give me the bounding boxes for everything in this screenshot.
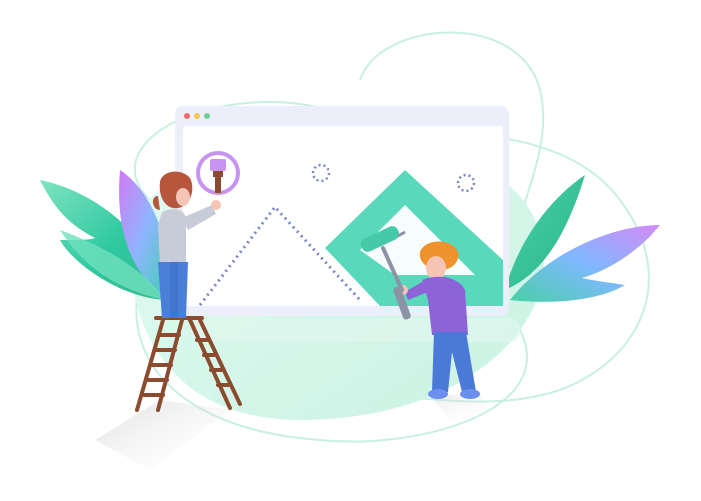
web-design-illustration: [40, 31, 660, 470]
left-leaves: [40, 170, 170, 300]
paintbrush-icon: [196, 151, 240, 195]
window-dot-red: [184, 113, 190, 119]
ladder-shadow: [95, 400, 230, 470]
browser-window: [175, 106, 520, 342]
window-dot-green: [204, 113, 210, 119]
window-dot-yellow: [194, 113, 200, 119]
